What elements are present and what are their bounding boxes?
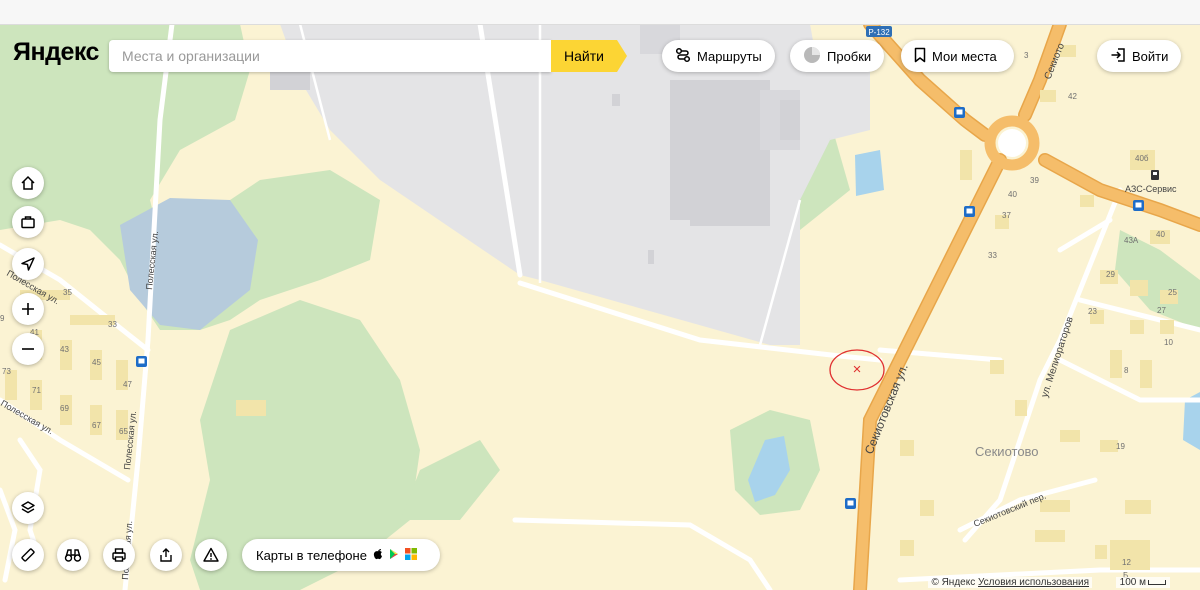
work-button[interactable] [12, 206, 44, 238]
house-number: 3 [1024, 51, 1029, 60]
traffic-icon [803, 46, 821, 67]
share-icon [158, 547, 174, 563]
house-number: 23 [1088, 307, 1097, 316]
village-label: Секиотово [975, 444, 1039, 459]
bus-stop-icon[interactable] [845, 498, 856, 509]
house-number: 12 [1122, 558, 1131, 567]
google-play-icon [389, 548, 399, 563]
gas-station-icon[interactable] [1151, 170, 1159, 180]
building [648, 250, 654, 264]
ruler-icon [20, 547, 36, 563]
browser-top-strip [0, 0, 1200, 25]
scale-bar [1148, 579, 1166, 585]
login-icon [1110, 47, 1126, 66]
geolocation-button[interactable] [12, 248, 44, 280]
phone-promo-label: Карты в телефоне [256, 547, 367, 563]
search-button-arrow [617, 40, 627, 72]
scale-indicator: 100 м [1115, 577, 1170, 588]
search-box [109, 40, 551, 72]
search-button[interactable]: Найти [551, 40, 617, 72]
windows-store-icon [404, 547, 417, 563]
terms-link[interactable]: Условия использования [978, 577, 1089, 588]
house-number: 47 [123, 380, 132, 389]
share-button[interactable] [150, 539, 182, 571]
panorama-button[interactable] [57, 539, 89, 571]
house-number: 73 [2, 367, 11, 376]
layers-icon [20, 500, 36, 516]
search-input[interactable] [120, 40, 544, 72]
scale-label: 100 м [1119, 577, 1146, 588]
apple-icon [373, 548, 383, 563]
briefcase-icon [20, 214, 36, 230]
house-number: 67 [92, 421, 101, 430]
house-number: 33 [988, 251, 997, 260]
login-button[interactable]: Войти [1097, 40, 1181, 72]
bus-stop-icon[interactable] [136, 356, 147, 367]
home-button[interactable] [12, 167, 44, 199]
house-number: 8 [1124, 366, 1129, 375]
house-number: 42 [1068, 92, 1077, 101]
house-number: 69 [60, 404, 69, 413]
mobile-app-promo[interactable]: Карты в телефоне [242, 539, 440, 571]
roundabout-island [998, 129, 1026, 157]
traffic-label: Пробки [827, 48, 872, 64]
print-button[interactable] [103, 539, 135, 571]
bus-stop-icon[interactable] [964, 206, 975, 217]
traffic-button[interactable]: Пробки [790, 40, 884, 72]
house-number: 40б [1135, 154, 1149, 163]
house-number: 43 [60, 345, 69, 354]
warning-icon [203, 547, 219, 563]
house-number: 9 [0, 314, 5, 323]
minus-icon [20, 341, 36, 357]
copyright-text: © Яндекс [931, 577, 976, 588]
login-label: Войти [1132, 48, 1169, 64]
routes-icon [675, 47, 691, 66]
house-number: 27 [1157, 306, 1166, 315]
layers-button[interactable] [12, 492, 44, 524]
plus-icon [20, 301, 36, 317]
printer-icon [111, 547, 127, 563]
ruler-button[interactable] [12, 539, 44, 571]
building [270, 70, 310, 90]
navigation-arrow-icon [20, 256, 36, 272]
gas-station-label: АЗС-Сервис [1125, 184, 1177, 194]
bus-stop-icon[interactable] [954, 107, 965, 118]
house-number: 19 [1116, 442, 1125, 451]
report-error-button[interactable] [195, 539, 227, 571]
bus-stop-icon[interactable] [1133, 200, 1144, 211]
annotation-cross: × [853, 361, 862, 378]
house-number: 10 [1164, 338, 1173, 347]
house-number: 40 [1008, 190, 1017, 199]
house-number: 37 [1002, 211, 1011, 220]
copyright-notice: © Яндекс Условия использования [928, 577, 1092, 588]
building [690, 190, 770, 226]
house-number: 35 [63, 288, 72, 297]
yandex-logo[interactable]: Яндекс [13, 38, 99, 67]
binoculars-icon [64, 547, 82, 563]
house-number: 25 [1168, 288, 1177, 297]
zoom-in-button[interactable] [12, 293, 44, 325]
logo-text: Яндекс [13, 38, 99, 66]
map-canvas[interactable]: Р-132 35 33 41 43 45 47 9 73 71 69 67 65… [0, 0, 1200, 590]
house-number: 29 [1106, 270, 1115, 279]
route-shield-label: Р-132 [868, 28, 890, 37]
house-number: 43А [1124, 236, 1139, 245]
house-number: 45 [92, 358, 101, 367]
my-places-button[interactable]: Мои места [901, 40, 1014, 72]
routes-label: Маршруты [697, 48, 762, 64]
house-number: 71 [32, 386, 41, 395]
house-number: 33 [108, 320, 117, 329]
zoom-out-button[interactable] [12, 333, 44, 365]
routes-button[interactable]: Маршруты [662, 40, 775, 72]
home-icon [20, 175, 36, 191]
building [780, 100, 800, 140]
building [612, 94, 620, 106]
my-places-label: Мои места [932, 48, 997, 64]
house-number: 39 [1030, 176, 1039, 185]
house-number: 40 [1156, 230, 1165, 239]
pond [855, 150, 884, 196]
bookmark-icon [914, 47, 926, 66]
